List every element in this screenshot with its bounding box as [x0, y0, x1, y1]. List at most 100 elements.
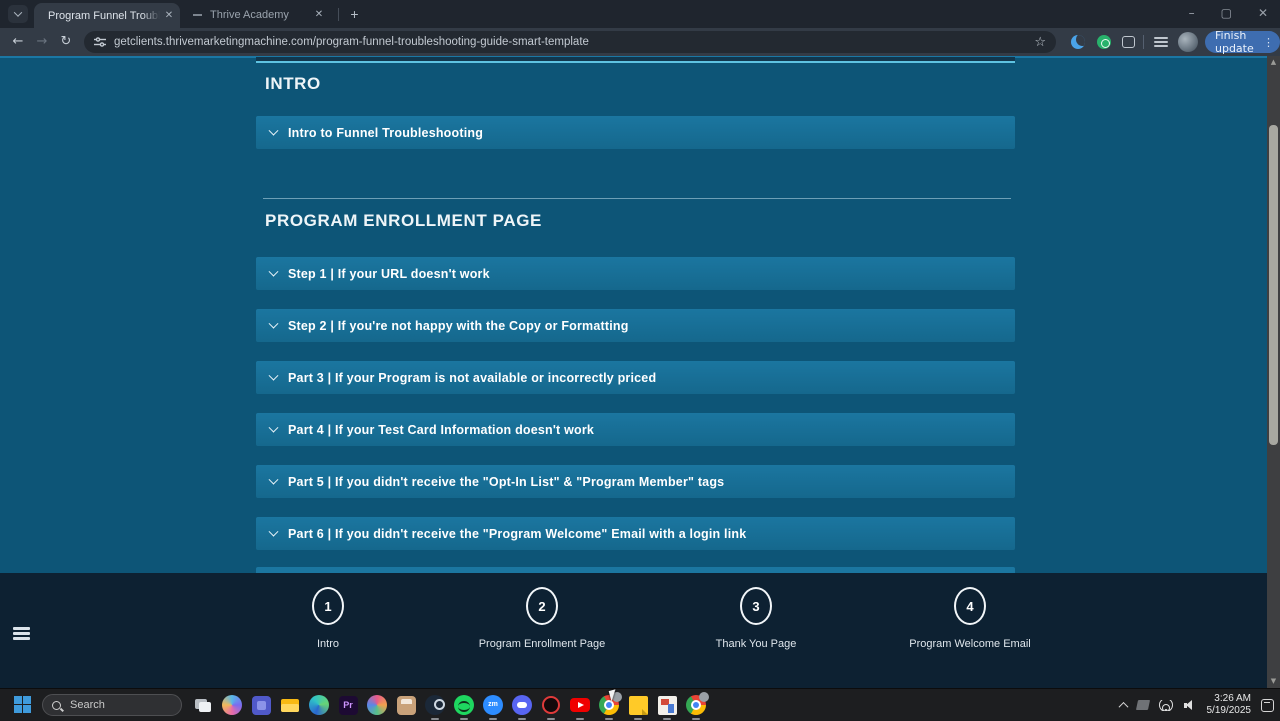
discord-icon[interactable]	[511, 694, 533, 720]
chevron-down-icon	[268, 473, 279, 491]
wifi-icon[interactable]	[1159, 699, 1174, 711]
extensions-icon[interactable]	[1122, 36, 1135, 48]
game-tool-icon[interactable]	[656, 694, 678, 720]
address-bar[interactable]: getclients.thrivemarketingmachine.com/pr…	[84, 31, 1056, 53]
accordion-label: Step 1 | If your URL doesn't work	[288, 266, 490, 281]
accordion-step-1[interactable]: Step 1 | If your URL doesn't work	[256, 257, 1015, 290]
stepper-step-4[interactable]: 4 Program Welcome Email	[860, 587, 1080, 650]
reading-list-icon[interactable]	[1154, 37, 1168, 48]
step-label: Program Enrollment Page	[478, 638, 606, 650]
tab-title: Thrive Academy	[210, 9, 289, 21]
tab-thrive-academy[interactable]: Thrive Academy ✕	[184, 3, 336, 27]
section-title-enrollment: PROGRAM ENROLLMENT PAGE	[265, 211, 542, 230]
accordion-label: Part 5 | If you didn't receive the "Opt-…	[288, 474, 725, 489]
page-viewport: INTRO Intro to Funnel Troubleshooting PR…	[0, 56, 1280, 688]
finish-update-label: Finish update	[1215, 29, 1254, 55]
scrollbar-track[interactable]: ▲ ▼	[1267, 56, 1280, 688]
system-tray: 3:26 AM 5/19/2025	[1118, 689, 1274, 721]
hamburger-menu-icon[interactable]	[13, 627, 30, 640]
teams-icon[interactable]	[250, 694, 272, 716]
step-circle[interactable]: 4	[954, 587, 986, 625]
chevron-down-icon	[13, 8, 23, 17]
chevron-down-icon	[268, 124, 279, 142]
accordion-part-6[interactable]: Part 6 | If you didn't receive the "Prog…	[256, 517, 1015, 550]
chevron-down-icon	[268, 369, 279, 387]
scroll-down-arrow[interactable]: ▼	[1267, 675, 1280, 688]
chevron-down-icon	[268, 421, 279, 439]
chevron-down-icon	[268, 525, 279, 543]
new-tab-button[interactable]: +	[346, 6, 363, 23]
copilot-icon[interactable]	[221, 694, 243, 716]
section-title-intro: INTRO	[265, 74, 321, 93]
reload-button[interactable]: ↻	[56, 32, 76, 52]
url-field[interactable]: getclients.thrivemarketingmachine.com/pr…	[114, 36, 1034, 48]
task-view-icon[interactable]	[192, 694, 214, 716]
scrollbar-thumb[interactable]	[1269, 125, 1278, 445]
chevron-down-icon	[268, 265, 279, 283]
extension-crescent-icon[interactable]	[1071, 35, 1085, 49]
accordion-label: Part 3 | If your Program is not availabl…	[288, 370, 657, 385]
extension-green-icon[interactable]	[1097, 35, 1111, 49]
scroll-up-arrow[interactable]: ▲	[1267, 56, 1280, 69]
maximize-button[interactable]: ▢	[1217, 6, 1236, 20]
volume-icon[interactable]	[1183, 699, 1197, 711]
colorful-app-icon[interactable]	[366, 694, 388, 716]
edge-icon[interactable]	[308, 694, 330, 716]
stepper-step-1[interactable]: 1 Intro	[218, 587, 438, 650]
step-label: Program Welcome Email	[909, 638, 1031, 650]
accordion-part-5[interactable]: Part 5 | If you didn't receive the "Opt-…	[256, 465, 1015, 498]
steam-icon[interactable]	[424, 694, 446, 720]
minimize-button[interactable]: –	[1185, 6, 1199, 20]
zoom-icon[interactable]: zm	[482, 694, 504, 720]
accordion-label: Part 6 | If you didn't receive the "Prog…	[288, 526, 747, 541]
step-circle[interactable]: 3	[740, 587, 772, 625]
window-controls: – ▢ ✕	[1185, 0, 1272, 26]
close-tab-icon[interactable]: ✕	[162, 9, 176, 23]
tab-title: Program Funnel Troubleshooti	[48, 9, 160, 22]
forward-button[interactable]: →	[32, 32, 52, 52]
tray-time: 3:26 AM	[1214, 693, 1251, 704]
search-icon	[52, 700, 61, 710]
accordion-part-3[interactable]: Part 3 | If your Program is not availabl…	[256, 361, 1015, 394]
favicon-placeholder-icon	[193, 14, 202, 16]
accordion-part-4[interactable]: Part 4 | If your Test Card Information d…	[256, 413, 1015, 446]
tray-app-icon[interactable]	[1135, 700, 1150, 710]
browser-window: Program Funnel Troubleshooti ✕ Thrive Ac…	[0, 0, 1280, 688]
chevron-down-icon	[268, 317, 279, 335]
accordion-label: Intro to Funnel Troubleshooting	[288, 125, 484, 140]
spotify-icon[interactable]	[453, 694, 475, 720]
premiere-pro-icon[interactable]: Pr	[337, 694, 359, 716]
accordion-intro[interactable]: Intro to Funnel Troubleshooting	[256, 116, 1015, 149]
sticky-notes-icon[interactable]	[627, 694, 649, 720]
ms-store-icon[interactable]	[395, 694, 417, 716]
tab-program-funnel[interactable]: Program Funnel Troubleshooti ✕	[34, 3, 180, 28]
bookmark-star-icon[interactable]: ☆	[1034, 35, 1046, 50]
start-button[interactable]	[14, 696, 31, 713]
tray-clock[interactable]: 3:26 AM 5/19/2025	[1207, 693, 1252, 717]
stepper-step-3[interactable]: 3 Thank You Page	[646, 587, 866, 650]
accordion-label: Part 4 | If your Test Card Information d…	[288, 422, 595, 437]
close-window-button[interactable]: ✕	[1254, 6, 1272, 20]
tray-chevron-up-icon[interactable]	[1118, 701, 1128, 712]
accordion-step-2[interactable]: Step 2 | If you're not happy with the Co…	[256, 309, 1015, 342]
step-circle[interactable]: 2	[526, 587, 558, 625]
step-circle[interactable]: 1	[312, 587, 344, 625]
close-tab-icon[interactable]: ✕	[312, 8, 326, 22]
notification-icon[interactable]	[1261, 698, 1274, 712]
file-explorer-icon[interactable]	[279, 694, 301, 716]
browser-toolbar: ← → ↻ getclients.thrivemarketingmachine.…	[0, 28, 1280, 56]
taskbar: Search Pr zm 3:26 AM 5/19/2025	[0, 688, 1280, 720]
stepper-step-2[interactable]: 2 Program Enrollment Page	[432, 587, 652, 650]
finish-update-button[interactable]: Finish update ⋮	[1205, 29, 1280, 55]
taskbar-search[interactable]: Search	[42, 694, 182, 716]
page-footer: 1 Intro 2 Program Enrollment Page 3 Than…	[0, 573, 1267, 688]
opera-gx-icon[interactable]	[540, 694, 562, 720]
profile-avatar[interactable]	[1178, 32, 1198, 52]
tab-search-button[interactable]	[8, 5, 28, 23]
site-settings-icon[interactable]	[94, 36, 106, 48]
chrome-alt-icon[interactable]	[685, 692, 709, 720]
back-button[interactable]: ←	[8, 32, 28, 52]
menu-kebab-icon[interactable]: ⋮	[1263, 36, 1274, 49]
youtube-icon[interactable]	[569, 694, 591, 720]
search-placeholder: Search	[70, 699, 105, 711]
